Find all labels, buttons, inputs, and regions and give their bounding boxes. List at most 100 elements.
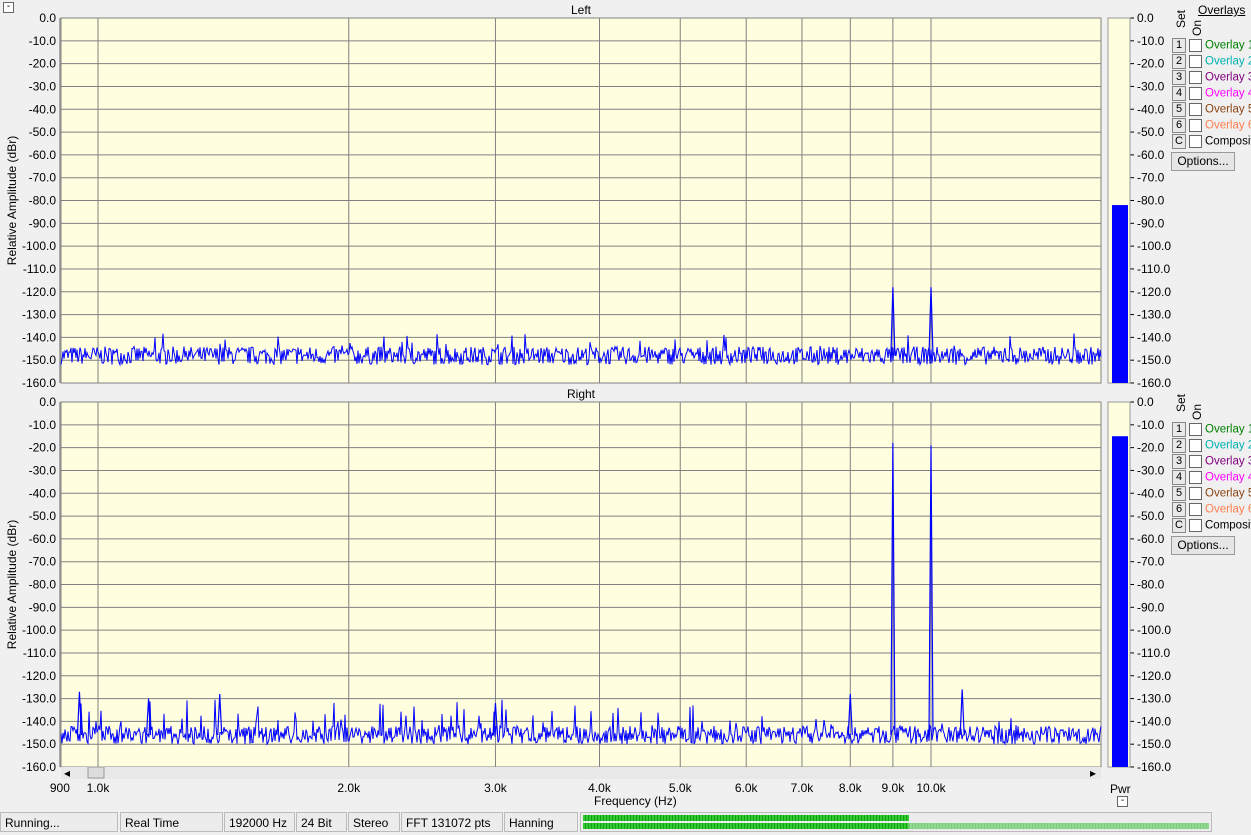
y-tick-label: -120.0 [22, 285, 56, 299]
overlay-set-button[interactable]: 3 [1172, 70, 1186, 85]
overlay-row: 4 Overlay 4 [1172, 470, 1251, 486]
overlay-set-button[interactable]: 2 [1172, 438, 1186, 453]
scroll-left-button[interactable]: ◂ [64, 766, 70, 780]
overlay-row: 4 Overlay 4 [1172, 86, 1251, 102]
meter-tick-label: -110.0 [1137, 646, 1170, 660]
y-tick-label: -120.0 [22, 669, 56, 683]
y-tick-label: -150.0 [22, 353, 56, 367]
overlay-label: Overlay 4 [1205, 87, 1251, 100]
overlay-row: 3 Overlay 3 [1172, 70, 1251, 86]
overlay-on-checkbox[interactable] [1189, 519, 1202, 532]
overlay-label: Overlay 6 [1205, 119, 1251, 132]
y-tick-label: -160.0 [22, 376, 56, 390]
overlay-set-button[interactable]: 4 [1172, 86, 1186, 101]
overlay-set-button[interactable]: 5 [1172, 102, 1186, 117]
meter-tick-label: -160.0 [1137, 376, 1171, 390]
overlay-on-checkbox[interactable] [1189, 87, 1202, 100]
status-window: Hanning [504, 812, 578, 832]
y-tick-label: -40.0 [29, 102, 57, 116]
meter-tick-label: -110.0 [1137, 262, 1170, 276]
overlay-set-button[interactable]: 2 [1172, 54, 1186, 69]
y-tick-label: -30.0 [29, 79, 57, 93]
overlay-label: Overlay 5 [1205, 103, 1251, 116]
meter-collapse-button[interactable]: - [1117, 796, 1128, 807]
meter-tick-label: -130.0 [1137, 308, 1171, 322]
overlay-row: 3 Overlay 3 [1172, 454, 1251, 470]
y-tick-label: -130.0 [22, 692, 56, 706]
overlay-on-checkbox[interactable] [1189, 439, 1202, 452]
overlay-on-checkbox[interactable] [1189, 39, 1202, 52]
overlay-row: 2 Overlay 2 [1172, 54, 1251, 70]
options-button[interactable]: Options... [1171, 536, 1235, 555]
overlay-set-button[interactable]: 5 [1172, 486, 1186, 501]
meter-tick-label: -70.0 [1137, 555, 1165, 569]
y-tick-label: -80.0 [29, 194, 57, 208]
overlay-on-checkbox[interactable] [1189, 423, 1202, 436]
meter-tick-label: -90.0 [1137, 600, 1165, 614]
status-fft: FFT 131072 pts [401, 812, 503, 832]
meter-tick-label: -120.0 [1137, 669, 1171, 683]
overlay-set-button[interactable]: 6 [1172, 118, 1186, 133]
x-tick-label: 7.0k [791, 781, 815, 795]
overlay-on-checkbox[interactable] [1189, 471, 1202, 484]
overlay-on-checkbox[interactable] [1189, 71, 1202, 84]
meter-tick-label: -30.0 [1137, 463, 1165, 477]
meter-tick-label: -90.0 [1137, 216, 1165, 230]
meter-tick-label: -80.0 [1137, 194, 1165, 208]
overlay-set-button[interactable]: 3 [1172, 454, 1186, 469]
options-button[interactable]: Options... [1171, 152, 1235, 171]
overlay-on-checkbox[interactable] [1189, 119, 1202, 132]
meter-tick-label: -40.0 [1137, 102, 1165, 116]
y-tick-label: -110.0 [23, 262, 56, 276]
overlay-set-button[interactable]: 1 [1172, 38, 1186, 53]
overlay-label: Overlay 5 [1205, 487, 1251, 500]
y-axis-label: Relative Amplitude (dBr) [5, 136, 19, 265]
y-tick-label: -70.0 [29, 171, 57, 185]
scroll-right-button[interactable]: ▸ [1090, 766, 1096, 780]
x-tick-label: 9.0k [882, 781, 906, 795]
x-tick-label: 8.0k [839, 781, 863, 795]
overlay-on-checkbox[interactable] [1189, 455, 1202, 468]
meter-tick-label: -140.0 [1137, 330, 1171, 344]
meter-tick-label: -50.0 [1137, 125, 1165, 139]
panel-title: Left [571, 3, 592, 17]
set-header: Set [1174, 9, 1188, 28]
meter-tick-label: -80.0 [1137, 578, 1165, 592]
overlay-on-checkbox[interactable] [1189, 503, 1202, 516]
overlay-on-checkbox[interactable] [1189, 55, 1202, 68]
overlay-label: Overlay 2 [1205, 55, 1251, 68]
overlay-set-button[interactable]: 4 [1172, 470, 1186, 485]
overlay-row: 1 Overlay 1 [1172, 38, 1251, 54]
overlay-row: 1 Overlay 1 [1172, 422, 1251, 438]
frequency-scrollbar[interactable] [61, 767, 1101, 779]
status-rate: 192000 Hz [224, 812, 295, 832]
meter-tick-label: -10.0 [1137, 34, 1165, 48]
y-tick-label: -100.0 [22, 623, 56, 637]
y-tick-label: -20.0 [29, 57, 57, 71]
overlay-row: 6 Overlay 6 [1172, 118, 1251, 134]
spectrum-analyzer: Left 0.0 0.0 -10.0 -10.0 -20.0 -20.0 -30.0 -30.0… [5, 3, 1171, 795]
overlay-set-button[interactable]: 6 [1172, 502, 1186, 517]
x-tick-label: 5.0k [669, 781, 693, 795]
x-tick-label: 10.0k [916, 781, 946, 795]
meter-label: Pwr [1110, 782, 1131, 796]
power-meter-fill [1112, 205, 1128, 383]
y-tick-label: -50.0 [29, 125, 57, 139]
y-tick-label: 0.0 [39, 395, 56, 409]
overlay-set-button[interactable]: C [1172, 134, 1186, 149]
overlay-set-button[interactable]: 1 [1172, 422, 1186, 437]
meter-tick-label: -20.0 [1137, 441, 1165, 455]
y-tick-label: -10.0 [29, 34, 57, 48]
x-tick-label: 3.0k [484, 781, 508, 795]
overlay-row: C Composite [1172, 134, 1251, 150]
y-tick-label: 0.0 [39, 11, 56, 25]
overlay-on-checkbox[interactable] [1189, 487, 1202, 500]
overlay-on-checkbox[interactable] [1189, 103, 1202, 116]
overlay-on-checkbox[interactable] [1189, 135, 1202, 148]
y-tick-label: -140.0 [22, 714, 56, 728]
y-tick-label: -100.0 [22, 239, 56, 253]
scroll-thumb[interactable] [87, 766, 105, 779]
overlay-label: Overlay 4 [1205, 471, 1251, 484]
overlay-set-button[interactable]: C [1172, 518, 1186, 533]
overlays-title: Overlays [1198, 3, 1246, 17]
